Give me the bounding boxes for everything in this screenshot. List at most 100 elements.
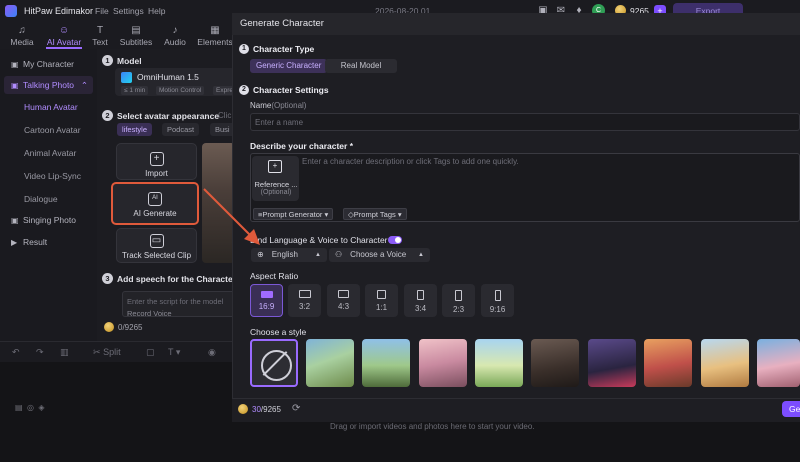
ratio-shape-icon [494, 290, 501, 301]
aspect-1-1[interactable]: 1:1 [365, 284, 398, 317]
prompt-tags-button[interactable]: ◇Prompt Tags ▾ [343, 208, 407, 220]
tab-media[interactable]: ♫ Media [4, 22, 40, 49]
menu-file[interactable]: File [95, 6, 109, 16]
style-storybook[interactable] [475, 339, 523, 387]
menu-help[interactable]: Help [148, 6, 165, 16]
dialog-title: Generate Character [240, 18, 324, 29]
plus-icon: + [149, 152, 164, 166]
generate-button[interactable]: Ge [782, 401, 800, 417]
language-select[interactable]: ⊕ English ▲ [251, 248, 327, 262]
model-logo-icon [121, 72, 132, 83]
sidebar-item-singing-photo[interactable]: ▣ Singing Photo [4, 211, 93, 229]
tab-text[interactable]: T Text [83, 22, 117, 49]
sidebar-item-talking-photo[interactable]: ▣ Talking Photo ⌃ [4, 76, 93, 94]
appearance-hint: Clic [218, 111, 232, 120]
photo-icon: ▣ [11, 81, 19, 90]
ratio-shape-icon [298, 290, 311, 298]
name-input[interactable] [250, 113, 800, 131]
name-placeholder: Enter a name [255, 118, 304, 127]
style-anime-girl[interactable] [306, 339, 354, 387]
scissors-icon: ✂ [93, 347, 101, 357]
aspect-16-9[interactable]: 16:9 [250, 284, 283, 317]
app-title: HitPaw Edimakor [24, 6, 94, 16]
style-realistic[interactable] [531, 339, 579, 387]
bind-language-toggle[interactable] [388, 236, 402, 244]
elements-icon: ▦ [210, 25, 220, 36]
crop-icon[interactable]: ▢ [146, 347, 155, 358]
name-label: Name(Optional) [250, 101, 307, 110]
aspect-9-16[interactable]: 9:16 [481, 284, 514, 317]
type-real-model[interactable]: Real Model [325, 59, 397, 73]
appearance-section-title: Select avatar appearance [117, 111, 220, 121]
step-2-badge: 2 [102, 110, 113, 121]
style-fantasy[interactable] [757, 339, 800, 387]
chevron-up-icon: ⌃ [80, 80, 88, 90]
user-icon: ▣ [11, 60, 19, 69]
tab-elements[interactable]: ▦ Elements [195, 22, 235, 49]
import-card[interactable]: + Import [116, 143, 197, 180]
model-section-title: Model [117, 56, 142, 66]
sidebar-item-animal-avatar[interactable]: Animal Avatar [4, 144, 93, 162]
style-none[interactable] [250, 339, 298, 387]
filter-podcast[interactable]: Podcast [162, 123, 200, 136]
model-chip-motion: Motion Control [156, 86, 205, 95]
sidebar-item-video-lip-sync[interactable]: Video Lip-Sync [4, 167, 93, 185]
style-label: Choose a style [250, 327, 307, 337]
text-tool-icon[interactable]: T ▾ [168, 347, 180, 358]
tab-audio[interactable]: ♪ Audio [157, 22, 193, 49]
subtitles-icon: ▤ [131, 25, 141, 36]
audio-icon: ♪ [172, 25, 178, 36]
tab-subtitles[interactable]: ▤ Subtitles [117, 22, 155, 49]
aspect-3-4[interactable]: 3:4 [404, 284, 437, 317]
speech-placeholder: Enter the script for the model [127, 297, 224, 306]
ratio-shape-icon [377, 290, 386, 299]
globe-icon: ⊕ [257, 250, 264, 259]
ai-generate-card[interactable]: AI AI Generate [111, 182, 199, 225]
menu-settings[interactable]: Settings [113, 6, 144, 16]
tab-ai-avatar[interactable]: ☺ AI Avatar [44, 22, 84, 49]
model-name: OmniHuman 1.5 [137, 72, 199, 82]
media-icon: ♫ [18, 25, 26, 36]
style-pixel-art[interactable] [362, 339, 410, 387]
undo-icon[interactable]: ↶ [12, 347, 20, 358]
describe-label: Describe your character * [250, 141, 353, 151]
track-controls[interactable]: ▤ ◎ ◈ [15, 403, 45, 412]
track-clip-card[interactable]: ▭ Track Selected Clip [116, 228, 197, 263]
filter-lifestyle[interactable]: lifestyle [117, 123, 153, 136]
dialog-step-1-badge: 1 [239, 44, 249, 54]
dialog-credit: 30/9265 [252, 405, 281, 414]
sidebar-item-human-avatar[interactable]: Human Avatar [4, 98, 93, 116]
step-1-badge: 1 [102, 55, 113, 66]
track-icon: ▭ [149, 234, 164, 248]
aspect-3-2[interactable]: 3:2 [288, 284, 321, 317]
ratio-shape-icon [455, 290, 462, 301]
camera-icon[interactable]: ◉ [208, 347, 216, 358]
sidebar-item-result[interactable]: ▶ Result [4, 233, 93, 251]
type-generic-character[interactable]: Generic Character [250, 59, 328, 73]
ratio-shape-icon [417, 290, 424, 300]
split-button[interactable]: ✂ Split [93, 347, 121, 358]
character-type-title: Character Type [253, 44, 315, 54]
style-pet-cartoon[interactable] [701, 339, 749, 387]
chevron-up-icon: ▲ [418, 252, 424, 258]
aspect-2-3[interactable]: 2:3 [442, 284, 475, 317]
voice-icon: ⚇ [335, 250, 343, 259]
annotation-arrow [203, 188, 260, 245]
sidebar-item-dialogue[interactable]: Dialogue [4, 190, 93, 208]
result-icon: ▶ [11, 238, 18, 247]
panel-credit: 0/9265 [118, 323, 143, 332]
voice-select[interactable]: ⚇ Choose a Voice ▲ [329, 248, 430, 262]
record-voice-link[interactable]: Record Voice [127, 309, 172, 318]
sidebar-item-cartoon-avatar[interactable]: Cartoon Avatar [4, 121, 93, 139]
refresh-icon[interactable]: ⟳ [292, 403, 300, 414]
style-anime-dark[interactable] [588, 339, 636, 387]
style-clay[interactable] [644, 339, 692, 387]
delete-icon[interactable]: ▥ [60, 347, 69, 358]
style-3d-cartoon[interactable] [419, 339, 467, 387]
add-image-icon: + [268, 160, 282, 173]
aspect-4-3[interactable]: 4:3 [327, 284, 360, 317]
redo-icon[interactable]: ↷ [36, 347, 44, 358]
ai-icon: AI [148, 192, 162, 206]
sidebar-item-my-character[interactable]: ▣ My Character [4, 55, 93, 73]
sidebar: ▣ My Character ▣ Talking Photo ⌃ Human Avat… [0, 49, 97, 341]
